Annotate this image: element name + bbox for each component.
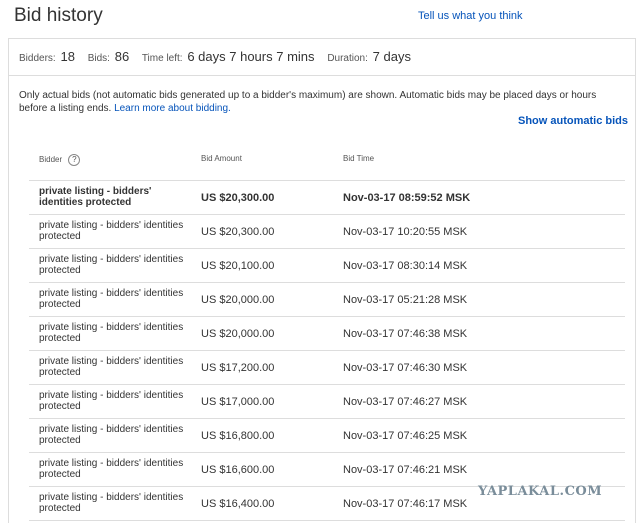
bidder-cell: private listing - bidders' identities pr… — [39, 356, 184, 378]
table-row: private listing - bidders' identities pr… — [29, 317, 625, 351]
bidder-cell: private listing - bidders' identities pr… — [39, 220, 184, 242]
bidder-cell: private listing - bidders' identities pr… — [39, 322, 184, 344]
auction-stats: Bidders: 18 Bids: 86 Time left: 6 days 7… — [19, 49, 421, 64]
time-left-value: 6 days 7 hours 7 mins — [187, 49, 315, 64]
time-cell: Nov-03-17 08:59:52 MSK — [343, 192, 471, 204]
table-row: private listing - bidders' identities pr… — [29, 453, 625, 487]
amount-cell: US $20,000.00 — [201, 294, 275, 306]
notice-text: Only actual bids (not automatic bids gen… — [19, 90, 597, 114]
bidder-cell: private listing - bidders' identities pr… — [39, 492, 184, 514]
bidders-label: Bidders: — [19, 53, 56, 64]
bidder-cell: private listing - bidders' identities pr… — [39, 254, 184, 276]
amount-cell: US $20,000.00 — [201, 328, 275, 340]
bids-label: Bids: — [87, 53, 110, 64]
amount-cell: US $20,300.00 — [201, 226, 275, 238]
table-row: private listing - bidders' identities pr… — [29, 215, 625, 249]
amount-cell: US $20,300.00 — [201, 192, 275, 204]
bidder-cell: private listing - bidders' identities pr… — [39, 390, 184, 412]
time-cell: Nov-03-17 07:46:21 MSK — [343, 464, 468, 476]
amount-cell: US $17,200.00 — [201, 362, 275, 374]
amount-cell: US $16,600.00 — [201, 464, 275, 476]
table-row: private listing - bidders' identities pr… — [29, 351, 625, 385]
time-left-label: Time left: — [141, 53, 183, 64]
table-row: private listing - bidders' identities pr… — [29, 419, 625, 453]
table-row: private listing - bidders' identities pr… — [29, 249, 625, 283]
watermark: YAPLAKAL.COM — [478, 484, 603, 499]
amount-cell: US $20,100.00 — [201, 260, 275, 272]
bidders-count: 18 — [60, 49, 75, 64]
duration-value: 7 days — [372, 49, 411, 64]
bids-notice: Only actual bids (not automatic bids gen… — [19, 89, 619, 115]
stats-divider — [9, 75, 635, 76]
help-icon[interactable]: ? — [68, 154, 81, 166]
bidder-cell: private listing - bidders' identities pr… — [39, 458, 184, 480]
time-cell: Nov-03-17 07:46:25 MSK — [343, 430, 468, 442]
table-row: private listing - bidders' identities pr… — [29, 283, 625, 317]
table-row: private listing - bidders' identities pr… — [29, 385, 625, 419]
time-cell: Nov-03-17 07:46:30 MSK — [343, 362, 468, 374]
time-cell: Nov-03-17 07:46:27 MSK — [343, 396, 468, 408]
page-title: Bid history — [14, 5, 103, 26]
amount-cell: US $16,400.00 — [201, 498, 275, 510]
bidder-header-label: Bidder — [39, 155, 63, 165]
duration-label: Duration: — [327, 53, 368, 64]
bids-count: 86 — [114, 49, 130, 64]
show-automatic-bids-link[interactable]: Show automatic bids — [518, 115, 628, 127]
time-cell: Nov-03-17 08:30:14 MSK — [343, 260, 468, 272]
table-row: private listing - bidders' identities pr… — [29, 181, 625, 215]
feedback-link[interactable]: Tell us what you think — [418, 10, 523, 22]
amount-column-header: Bid Amount — [201, 154, 242, 163]
bidder-cell: private listing - bidders' identities pr… — [39, 424, 184, 446]
bidder-cell: private listing - bidders' identities pr… — [39, 186, 152, 208]
bidder-column-header: Bidder ? — [39, 154, 81, 166]
time-cell: Nov-03-17 07:46:38 MSK — [343, 328, 468, 340]
time-cell: Nov-03-17 07:46:17 MSK — [343, 498, 468, 510]
time-column-header: Bid Time — [343, 154, 375, 163]
bid-table: Bidder ? Bid Amount Bid Time private lis… — [29, 146, 625, 521]
bidder-cell: private listing - bidders' identities pr… — [39, 288, 184, 310]
bid-history-panel: Bidders: 18 Bids: 86 Time left: 6 days 7… — [8, 38, 636, 523]
page-header: Bid history Tell us what you think — [0, 0, 640, 38]
amount-cell: US $16,800.00 — [201, 430, 275, 442]
learn-more-link[interactable]: Learn more about bidding. — [114, 103, 231, 114]
table-header: Bidder ? Bid Amount Bid Time — [29, 146, 625, 181]
amount-cell: US $17,000.00 — [201, 396, 275, 408]
time-cell: Nov-03-17 10:20:55 MSK — [343, 226, 468, 238]
time-cell: Nov-03-17 05:21:28 MSK — [343, 294, 468, 306]
